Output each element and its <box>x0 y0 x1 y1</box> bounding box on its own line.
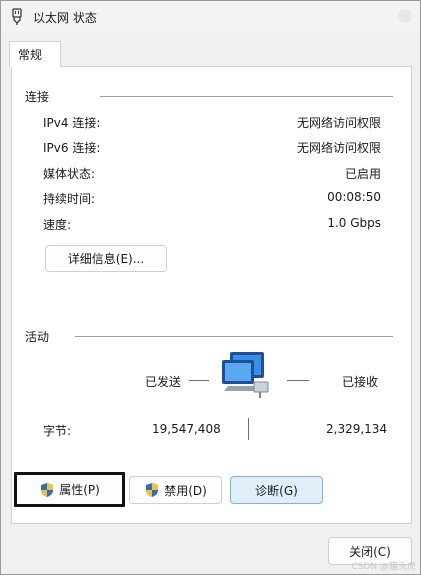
sent-line <box>189 380 209 381</box>
properties-button[interactable]: 属性(P) <box>14 472 125 507</box>
received-line <box>287 380 309 381</box>
close-window-button[interactable] <box>398 9 412 23</box>
title-bar[interactable]: 以太网 状态 <box>1 1 420 31</box>
window-title: 以太网 状态 <box>33 11 97 25</box>
ipv6-value: 无网络访问权限 <box>296 141 381 155</box>
sent-label: 已发送 <box>145 375 182 389</box>
bytes-separator <box>248 418 249 440</box>
ethernet-status-dialog: 以太网 状态 常规 连接 IPv4 连接: 无网络访问权限 IPv6 连接: 无… <box>0 0 421 575</box>
diagnose-button[interactable]: 诊断(G) <box>230 476 323 504</box>
duration-value: 00:08:50 <box>327 190 381 204</box>
tab-general[interactable]: 常规 <box>9 41 61 67</box>
activity-section-label: 活动 <box>25 330 50 344</box>
activity-divider <box>75 336 393 337</box>
disable-button[interactable]: 禁用(D) <box>129 476 222 504</box>
uac-shield-icon <box>146 483 159 497</box>
properties-button-label: 属性(P) <box>59 483 100 497</box>
connection-section-label: 连接 <box>25 90 50 104</box>
duration-label: 持续时间: <box>43 192 96 206</box>
received-label: 已接收 <box>342 375 379 389</box>
media-state-value: 已启用 <box>344 167 381 181</box>
media-state-label: 媒体状态: <box>43 167 96 181</box>
ethernet-plug-icon <box>12 8 22 25</box>
disable-button-label: 禁用(D) <box>164 483 207 498</box>
speed-value: 1.0 Gbps <box>327 216 381 230</box>
general-panel: 连接 IPv4 连接: 无网络访问权限 IPv6 连接: 无网络访问权限 媒体状… <box>11 66 412 524</box>
watermark: CSDN @猫头虎 <box>351 562 416 572</box>
speed-label: 速度: <box>43 218 72 232</box>
ipv4-value: 无网络访问权限 <box>296 116 381 130</box>
connection-divider <box>100 96 393 97</box>
ipv6-label: IPv6 连接: <box>43 141 101 155</box>
uac-shield-icon <box>41 482 54 497</box>
bytes-received-value: 2,329,134 <box>326 422 388 436</box>
bytes-sent-value: 19,547,408 <box>152 422 221 436</box>
network-computers-icon <box>222 352 269 398</box>
ipv4-label: IPv4 连接: <box>43 116 101 130</box>
details-button[interactable]: 详细信息(E)... <box>45 245 167 272</box>
bytes-label: 字节: <box>43 424 72 438</box>
